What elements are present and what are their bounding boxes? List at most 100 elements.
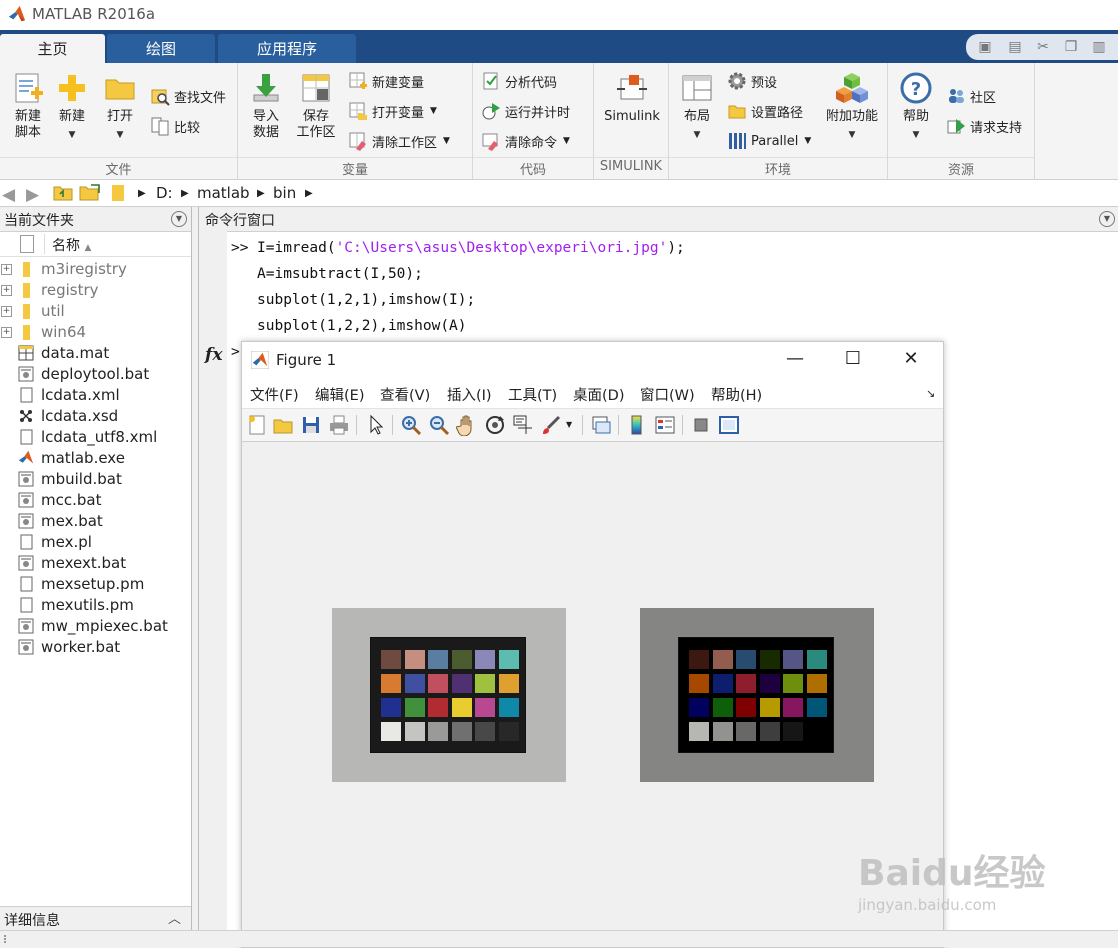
find-files-button[interactable]: 查找文件 — [150, 84, 226, 108]
file-name: mw_mpiexec.bat — [41, 617, 168, 635]
addons-button[interactable]: 附加功能 ▼ — [821, 67, 883, 143]
file-list-item[interactable]: + win64 — [0, 322, 191, 343]
hide-plot-tools-icon[interactable] — [690, 414, 712, 436]
figure-title-bar[interactable]: Figure 1 — ☐ ✕ — [242, 342, 943, 378]
file-list-item[interactable]: mw_mpiexec.bat — [0, 616, 191, 637]
panel-menu-icon[interactable]: ▼ — [171, 211, 187, 227]
minimize-button[interactable]: — — [780, 346, 810, 372]
column-name-header[interactable]: 名称 ▲ — [52, 235, 91, 255]
path-segment-drive[interactable]: D: — [156, 184, 173, 202]
print-icon[interactable] — [328, 414, 350, 436]
path-segment-bin[interactable]: bin — [273, 184, 296, 202]
figure-window[interactable]: Figure 1 — ☐ ✕ 文件(F) 编辑(E) 查看(V) 插入(I) 工… — [241, 341, 944, 948]
maximize-button[interactable]: ☐ — [838, 346, 868, 372]
set-path-button[interactable]: 设置路径 — [727, 99, 803, 123]
back-arrow-icon[interactable]: ◀ — [2, 185, 15, 205]
menu-help[interactable]: 帮助(H) — [711, 384, 762, 405]
save-icon[interactable] — [300, 414, 322, 436]
pointer-icon[interactable] — [364, 414, 386, 436]
search-docs-icon[interactable]: ▣ — [976, 39, 994, 55]
close-button[interactable]: ✕ — [896, 346, 926, 372]
colorbar-icon[interactable] — [626, 414, 648, 436]
menu-view[interactable]: 查看(V) — [380, 384, 430, 405]
file-list-item[interactable]: data.mat — [0, 343, 191, 364]
open-button[interactable]: 打开 ▼ — [92, 67, 148, 143]
new-variable-button[interactable]: 新建变量 — [348, 69, 424, 93]
save-workspace-button[interactable]: 保存 工作区 — [288, 67, 344, 141]
file-list-item[interactable]: worker.bat — [0, 637, 191, 658]
compare-button[interactable]: 比较 — [150, 114, 200, 138]
subplot-subtracted-image — [640, 608, 874, 782]
menu-tools[interactable]: 工具(T) — [508, 384, 557, 405]
show-plot-tools-icon[interactable] — [718, 414, 740, 436]
preferences-button[interactable]: 预设 — [727, 69, 777, 93]
tab-home[interactable]: 主页 — [0, 34, 105, 63]
expand-icon[interactable]: + — [1, 327, 12, 338]
chevron-down-icon[interactable]: ▼ — [566, 414, 576, 436]
menu-edit[interactable]: 编辑(E) — [315, 384, 364, 405]
file-list-item[interactable]: mex.bat — [0, 511, 191, 532]
import-data-button[interactable]: 导入 数据 — [238, 67, 294, 141]
file-list-item[interactable]: + m3iregistry — [0, 259, 191, 280]
panel-menu-icon[interactable]: ▼ — [1099, 211, 1115, 227]
new-figure-icon[interactable] — [246, 414, 268, 436]
color-patch — [404, 674, 425, 693]
run-and-time-label: 运行并计时 — [505, 105, 571, 121]
open-icon[interactable] — [272, 414, 294, 436]
details-bar[interactable]: 详细信息 ︿ — [0, 906, 191, 931]
file-list-item[interactable]: mcc.bat — [0, 490, 191, 511]
community-button[interactable]: 社区 — [946, 84, 996, 108]
tab-plots[interactable]: 绘图 — [107, 34, 215, 63]
link-plot-icon[interactable] — [590, 414, 612, 436]
document-file-icon — [18, 534, 34, 550]
file-list-item[interactable]: mex.pl — [0, 532, 191, 553]
request-support-button[interactable]: 请求支持 — [946, 114, 1022, 138]
run-and-time-button[interactable]: 运行并计时 — [481, 99, 570, 123]
file-list-item[interactable]: lcdata.xml — [0, 385, 191, 406]
zoom-in-icon[interactable] — [400, 414, 422, 436]
dock-arrow-icon[interactable]: ↘ — [926, 387, 935, 400]
save-icon[interactable]: ▤ — [1006, 39, 1024, 55]
help-button[interactable]: ? 帮助 ▼ — [888, 67, 944, 143]
parallel-button[interactable]: Parallel ▼ — [727, 129, 811, 153]
file-list-item[interactable]: mexext.bat — [0, 553, 191, 574]
file-list-item[interactable]: + util — [0, 301, 191, 322]
paste-icon[interactable]: ▥ — [1090, 39, 1108, 55]
file-list-item[interactable]: lcdata.xsd — [0, 406, 191, 427]
path-segment-matlab[interactable]: matlab — [197, 184, 250, 202]
menu-window[interactable]: 窗口(W) — [640, 384, 695, 405]
data-cursor-icon[interactable] — [512, 414, 534, 436]
open-variable-button[interactable]: 打开变量 ▼ — [348, 99, 437, 123]
expand-icon[interactable]: + — [1, 306, 12, 317]
chevron-up-icon[interactable]: ︿ — [168, 908, 181, 927]
expand-icon[interactable]: + — [1, 264, 12, 275]
file-list-item[interactable]: mexutils.pm — [0, 595, 191, 616]
file-list-item[interactable]: mexsetup.pm — [0, 574, 191, 595]
pan-icon[interactable] — [455, 414, 478, 437]
file-list-item[interactable]: deploytool.bat — [0, 364, 191, 385]
layout-button[interactable]: 布局 ▼ — [669, 67, 725, 143]
function-browser-icon[interactable]: fx — [205, 345, 222, 365]
cut-icon[interactable]: ✂ — [1034, 39, 1052, 55]
forward-arrow-icon[interactable]: ▶ — [26, 185, 39, 205]
up-folder-icon[interactable] — [53, 183, 73, 201]
browse-folder-icon[interactable] — [79, 183, 101, 201]
copy-icon[interactable]: ❐ — [1062, 39, 1080, 55]
zoom-out-icon[interactable] — [428, 414, 450, 436]
file-list-item[interactable]: matlab.exe — [0, 448, 191, 469]
simulink-button[interactable]: Simulink — [602, 67, 662, 125]
tab-apps[interactable]: 应用程序 — [218, 34, 356, 63]
legend-icon[interactable] — [654, 414, 676, 436]
rotate-3d-icon[interactable] — [484, 414, 506, 436]
file-list-item[interactable]: + registry — [0, 280, 191, 301]
clear-commands-button[interactable]: 清除命令 ▼ — [481, 129, 570, 153]
file-list-item[interactable]: lcdata_utf8.xml — [0, 427, 191, 448]
clear-workspace-button[interactable]: 清除工作区 ▼ — [348, 129, 450, 153]
brush-icon[interactable] — [540, 414, 562, 436]
expand-icon[interactable]: + — [1, 285, 12, 296]
menu-file[interactable]: 文件(F) — [250, 384, 299, 405]
file-list-item[interactable]: mbuild.bat — [0, 469, 191, 490]
menu-insert[interactable]: 插入(I) — [447, 384, 492, 405]
analyze-code-button[interactable]: 分析代码 — [481, 69, 557, 93]
menu-desktop[interactable]: 桌面(D) — [573, 384, 624, 405]
